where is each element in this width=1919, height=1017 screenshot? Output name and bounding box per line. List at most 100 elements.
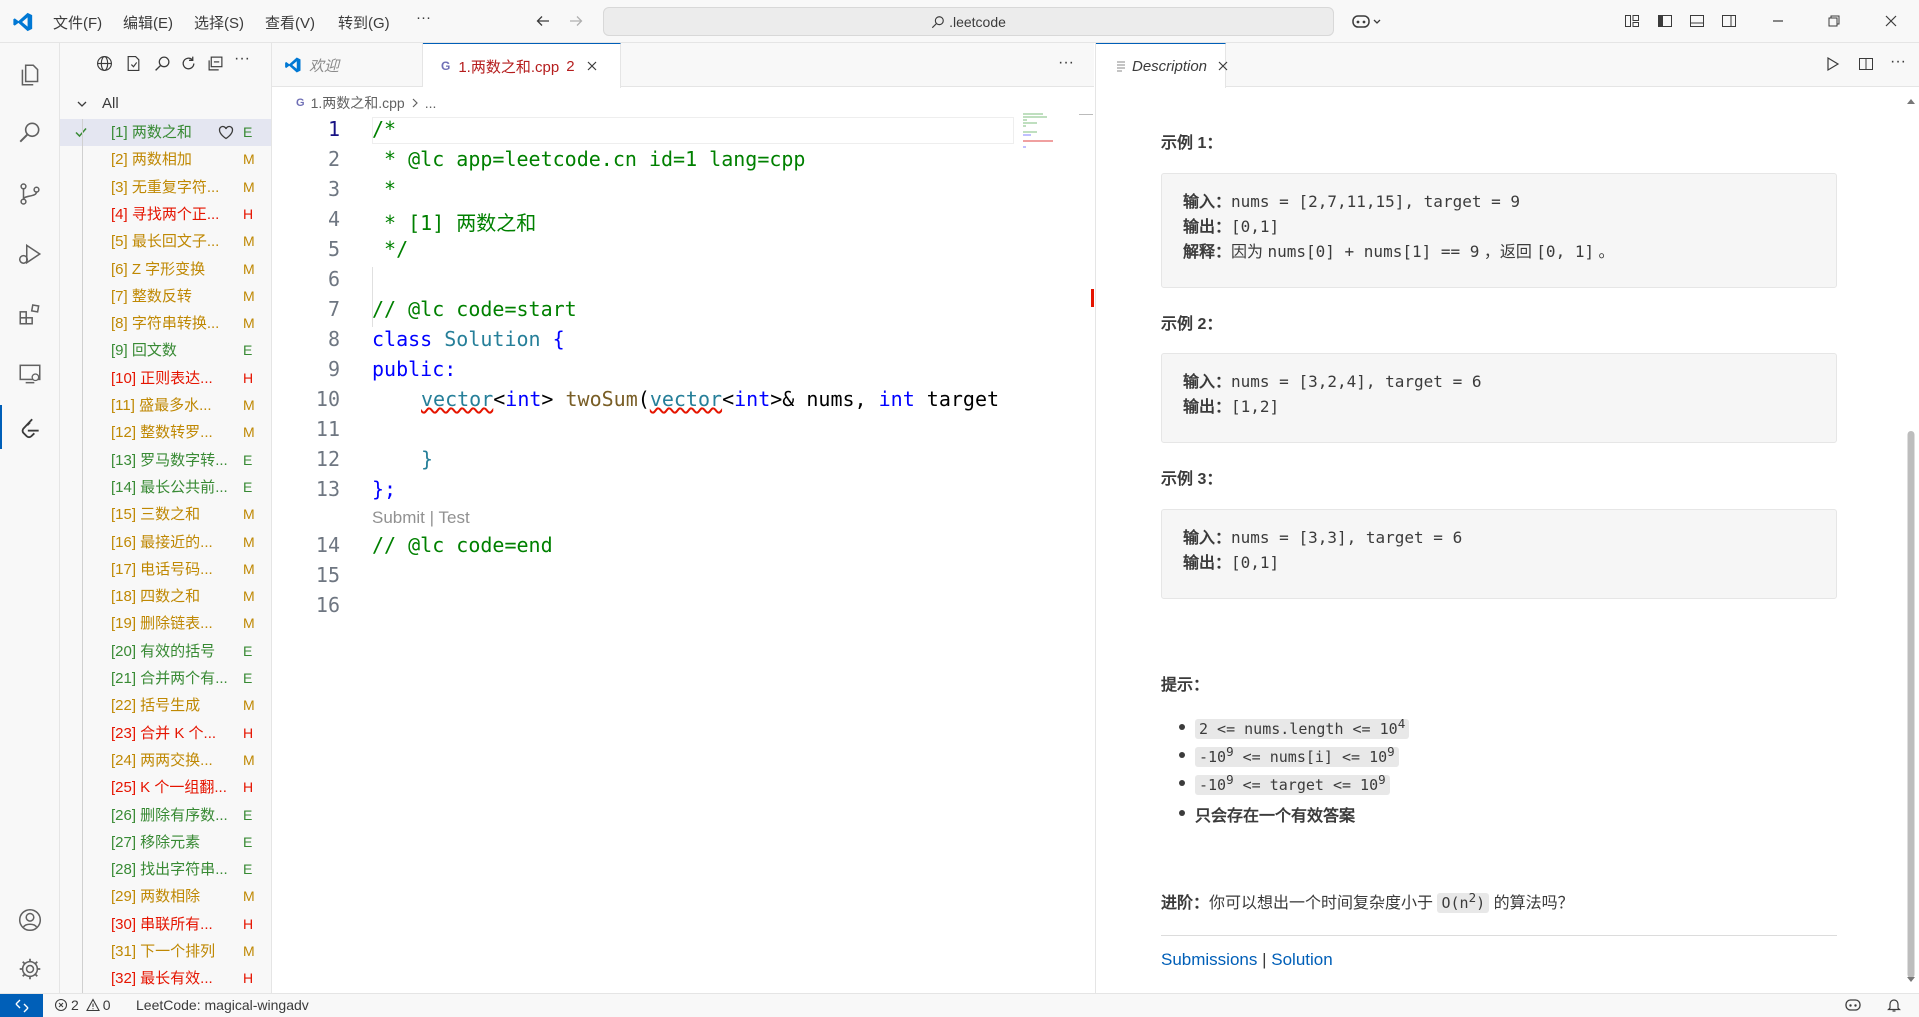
leetcode-icon[interactable] [10, 409, 50, 449]
code-line-3[interactable]: * [372, 177, 396, 201]
solution-link[interactable]: Solution [1271, 950, 1332, 969]
toggle-primary-sidebar-icon[interactable] [1654, 10, 1676, 32]
leetcode-user-status[interactable]: LeetCode: magical-wingadv [136, 997, 309, 1013]
code-line-2[interactable]: * @lc app=leetcode.cn id=1 lang=cpp [372, 147, 805, 171]
problem-item[interactable]: [11] 盛最多水... M [60, 392, 271, 419]
menu-more[interactable]: ··· [416, 9, 431, 26]
problem-item[interactable]: [9] 回文数 E [60, 337, 271, 364]
accounts-icon[interactable] [10, 900, 50, 940]
minimap[interactable] [1022, 112, 1078, 152]
toggle-panel-icon[interactable] [1686, 10, 1708, 32]
problem-item[interactable]: [32] 最长有效... H [60, 965, 271, 992]
problem-item[interactable]: [29] 两数相除 M [60, 883, 271, 910]
problem-item[interactable]: [23] 合并 K 个... H [60, 720, 271, 747]
problem-item[interactable]: [15] 三数之和 M [60, 501, 271, 528]
description-more-icon[interactable]: ··· [1890, 53, 1906, 71]
menu-view[interactable]: 查看(V) [265, 12, 315, 33]
problem-item[interactable]: [31] 下一个排列 M [60, 938, 271, 965]
problem-item[interactable]: [28] 找出字符串... E [60, 856, 271, 883]
editor-more-actions-icon[interactable]: ··· [1058, 54, 1074, 72]
code-line-10[interactable]: vector<int> twoSum(vector<int>& nums, in… [421, 387, 999, 411]
problem-item[interactable]: [13] 罗马数字转... E [60, 447, 271, 474]
problem-item[interactable]: [12] 整数转罗... M [60, 419, 271, 446]
toggle-secondary-sidebar-icon[interactable] [1718, 10, 1740, 32]
problem-item[interactable]: [2] 两数相加 M [60, 146, 271, 173]
more-actions-icon[interactable]: ··· [232, 49, 252, 69]
problem-item[interactable]: [7] 整数反转 M [60, 283, 271, 310]
forward-arrow-icon[interactable] [565, 10, 587, 32]
customize-layout-icon[interactable] [1621, 10, 1643, 32]
problem-item[interactable]: [25] K 个一组翻... H [60, 774, 271, 801]
run-debug-icon[interactable] [10, 234, 50, 274]
problem-item[interactable]: [3] 无重复字符... M [60, 174, 271, 201]
problem-item[interactable]: [14] 最长公共前... E [60, 474, 271, 501]
problem-item[interactable]: [24] 两两交换... M [60, 747, 271, 774]
code-line-7[interactable]: // @lc code=start [372, 297, 577, 321]
code-line-14[interactable]: // @lc code=end [372, 533, 553, 557]
problem-item[interactable]: [16] 最接近的... M [60, 529, 271, 556]
problem-item[interactable]: [21] 合并两个有... E [60, 665, 271, 692]
copilot-icon[interactable] [1350, 10, 1384, 32]
search-view-icon[interactable] [10, 113, 50, 153]
problem-item[interactable]: [19] 删除链表... M [60, 610, 271, 637]
remote-indicator-icon[interactable] [0, 994, 43, 1017]
close-tab-icon[interactable] [586, 60, 598, 72]
problem-item[interactable]: [8] 字符串转换... M [60, 310, 271, 337]
code-line-1[interactable]: /* [372, 117, 396, 141]
tab-description[interactable]: Description [1096, 43, 1229, 88]
problem-item[interactable]: [20] 有效的括号 E [60, 638, 271, 665]
extensions-icon[interactable] [10, 294, 50, 334]
description-scrollbar[interactable] [1904, 91, 1918, 991]
split-editor-icon[interactable] [1858, 56, 1874, 72]
restore-icon[interactable] [1823, 10, 1845, 32]
minimize-icon[interactable] [1767, 10, 1789, 32]
globe-icon[interactable] [94, 53, 114, 73]
run-icon[interactable] [1824, 56, 1840, 72]
close-description-icon[interactable] [1217, 60, 1229, 72]
problems-indicator[interactable]: 2 0 [54, 997, 111, 1013]
menu-selection[interactable]: 选择(S) [194, 12, 244, 33]
codelens-test[interactable]: Test [438, 508, 469, 527]
problem-item[interactable]: [10] 正则表达... H [60, 365, 271, 392]
breadcrumb-more[interactable]: ... [425, 95, 437, 111]
settings-gear-icon[interactable] [10, 949, 50, 989]
search-problem-icon[interactable] [152, 53, 172, 73]
copilot-status-icon[interactable] [1844, 997, 1862, 1013]
problem-item[interactable]: [17] 电话号码... M [60, 556, 271, 583]
command-center-search[interactable]: .leetcode [603, 7, 1334, 36]
problem-item[interactable]: [4] 寻找两个正... H [60, 201, 271, 228]
tab-cpp-file[interactable]: G 1.两数之和.cpp 2 [423, 43, 621, 88]
ex1-input: nums = [2,7,11,15], target = 9 [1231, 192, 1520, 211]
pick-problem-icon[interactable] [123, 53, 143, 73]
menu-goto[interactable]: 转到(G) [338, 12, 390, 33]
problem-item[interactable]: [27] 移除元素 E [60, 829, 271, 856]
tab-welcome[interactable]: 欢迎 [272, 43, 423, 87]
problem-item[interactable]: [6] Z 字形变换 M [60, 256, 271, 283]
problem-item[interactable]: [5] 最长回文子... M [60, 228, 271, 255]
remote-explorer-icon[interactable] [10, 354, 50, 394]
back-arrow-icon[interactable] [532, 10, 554, 32]
problem-item[interactable]: [22] 括号生成 M [60, 692, 271, 719]
codelens-submit[interactable]: Submit [372, 508, 425, 527]
breadcrumb-file[interactable]: 1.两数之和.cpp [311, 93, 405, 113]
source-control-icon[interactable] [10, 174, 50, 214]
code-line-13[interactable]: }; [372, 477, 396, 501]
code-line-5[interactable]: */ [372, 237, 408, 261]
problem-item[interactable]: [18] 四数之和 M [60, 583, 271, 610]
close-window-icon[interactable] [1880, 10, 1902, 32]
explorer-icon[interactable] [10, 55, 50, 95]
code-line-4[interactable]: * [1] 两数之和 [372, 207, 536, 236]
collapse-all-icon[interactable] [205, 53, 225, 73]
menu-file[interactable]: 文件(F) [53, 12, 102, 33]
refresh-icon[interactable] [178, 53, 198, 73]
menu-edit[interactable]: 编辑(E) [123, 12, 173, 33]
heart-icon[interactable] [218, 125, 234, 140]
code-line-9[interactable]: public: [372, 357, 456, 381]
notifications-bell-icon[interactable] [1886, 997, 1902, 1013]
problem-item[interactable]: [1] 两数之和 E [60, 119, 271, 146]
submissions-link[interactable]: Submissions [1161, 950, 1257, 969]
code-line-12[interactable]: } [421, 447, 433, 471]
problem-item[interactable]: [30] 串联所有... H [60, 911, 271, 938]
problem-item[interactable]: [26] 删除有序数... E [60, 802, 271, 829]
code-line-8[interactable]: class Solution { [372, 327, 565, 351]
